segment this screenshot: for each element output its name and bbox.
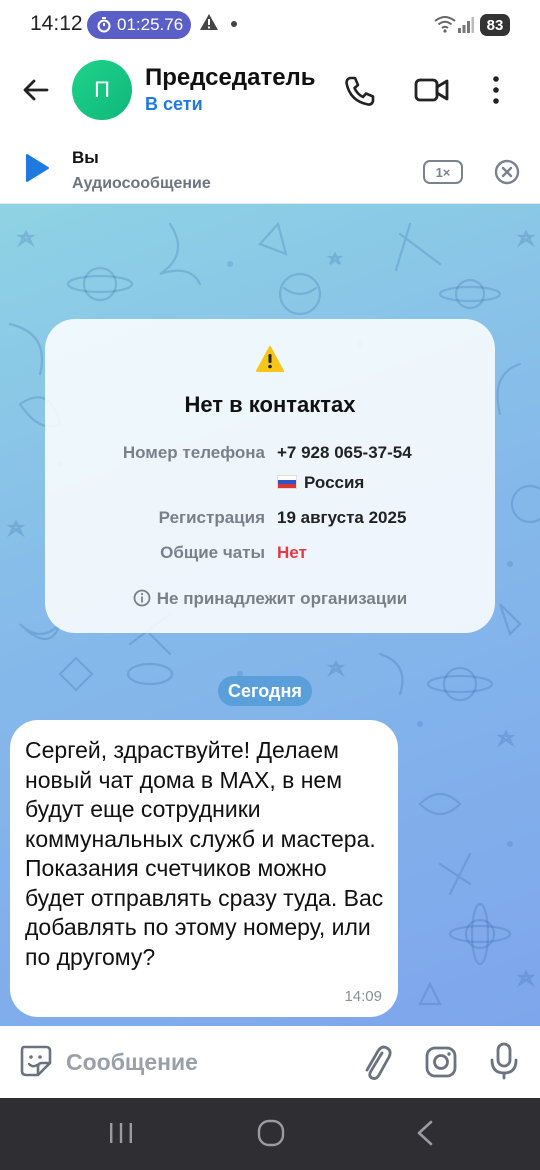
card-title: Нет в контактах xyxy=(184,392,356,417)
phone-icon[interactable] xyxy=(343,74,377,108)
wifi-icon xyxy=(434,16,456,33)
message-input[interactable] xyxy=(66,1045,336,1079)
info-icon xyxy=(133,589,151,607)
common-chats-label: Общие чаты xyxy=(160,543,265,562)
notification-dot xyxy=(231,21,237,27)
composer-bar xyxy=(0,1026,540,1098)
system-navigation-bar xyxy=(0,1098,540,1170)
video-camera-icon[interactable] xyxy=(414,76,450,104)
message-text: Сергей, здраствуйте! Делаем новый чат до… xyxy=(25,737,384,970)
recent-apps-icon[interactable] xyxy=(107,1121,135,1145)
message-time: 14:09 xyxy=(344,988,382,1005)
registration-value: 19 августа 2025 xyxy=(277,508,407,527)
play-icon[interactable] xyxy=(24,153,50,183)
audio-player-bar[interactable]: Вы Аудиосообщение 1× xyxy=(0,130,540,204)
camera-icon[interactable] xyxy=(424,1045,458,1079)
playback-speed-button[interactable]: 1× xyxy=(423,160,463,184)
status-time: 14:12 xyxy=(30,12,83,35)
phone-value[interactable]: +7 928 065-37-54 xyxy=(277,443,412,463)
country-name: Россия xyxy=(304,473,365,492)
incoming-message[interactable]: Сергей, здраствуйте! Делаем новый чат до… xyxy=(10,720,398,1017)
warning-icon xyxy=(256,346,284,372)
contact-info-card: Нет в контактах Номер телефона +7 928 06… xyxy=(45,319,495,633)
registration-label: Регистрация xyxy=(158,508,265,527)
russia-flag-icon xyxy=(277,475,297,489)
system-back-icon[interactable] xyxy=(414,1120,436,1146)
date-divider: Сегодня xyxy=(218,676,312,706)
timer-value: 01:25.76 xyxy=(117,15,184,34)
signal-icon xyxy=(458,17,474,33)
country-value: Россия xyxy=(277,473,364,493)
close-circle-icon[interactable] xyxy=(494,159,520,185)
contact-name[interactable]: Председатель xyxy=(145,64,316,92)
phone-label: Номер телефона xyxy=(122,443,265,462)
avatar[interactable]: П xyxy=(72,60,132,120)
organization-note-text: Не принадлежит организации xyxy=(156,589,408,608)
paperclip-icon[interactable] xyxy=(360,1043,392,1081)
stopwatch-icon xyxy=(97,17,111,33)
audio-sender: Вы xyxy=(72,148,99,167)
common-chats-value: Нет xyxy=(277,543,307,562)
organization-note: Не принадлежит организации xyxy=(45,589,495,609)
chat-header: П Председатель В сети xyxy=(0,50,540,130)
microphone-icon[interactable] xyxy=(489,1042,519,1080)
contact-status: В сети xyxy=(145,94,203,114)
home-icon[interactable] xyxy=(256,1118,286,1148)
recording-timer[interactable]: 01:25.76 xyxy=(87,11,191,39)
status-bar: 14:12 01:25.76 83 xyxy=(0,0,540,50)
warning-status-icon xyxy=(200,14,218,30)
back-arrow-icon[interactable] xyxy=(20,74,52,106)
battery-level: 83 xyxy=(480,14,510,36)
chat-area[interactable]: Нет в контактах Номер телефона +7 928 06… xyxy=(0,204,540,1026)
sticker-icon[interactable] xyxy=(18,1043,54,1079)
audio-type: Аудиосообщение xyxy=(72,175,211,192)
more-vertical-icon[interactable] xyxy=(492,74,500,106)
